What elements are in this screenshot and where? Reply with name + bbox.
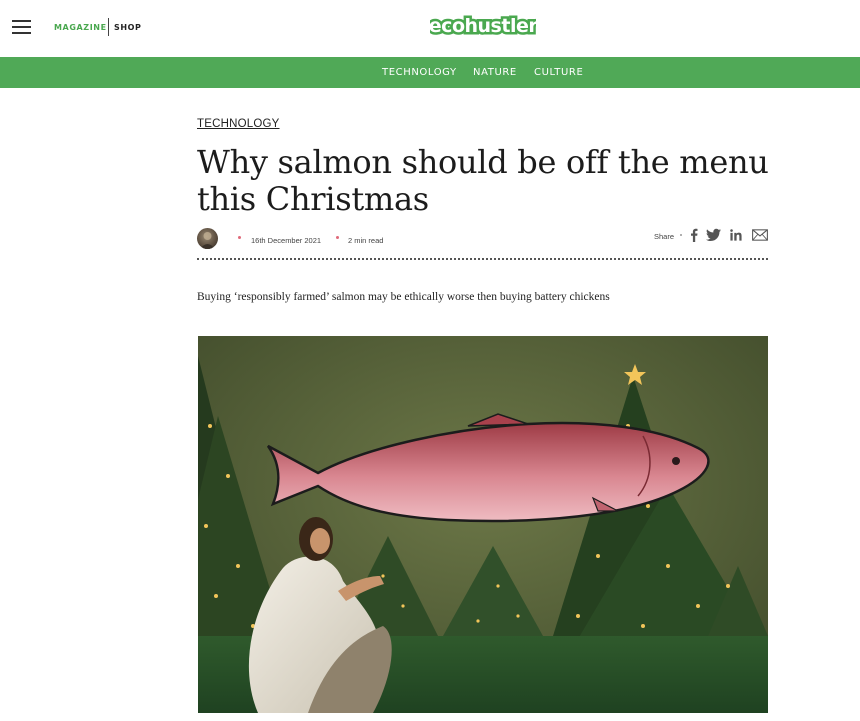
article-category-link[interactable]: TECHNOLOGY: [197, 118, 280, 130]
email-icon[interactable]: [752, 228, 768, 242]
site-header: MAGAZINE SHOP ecohustler: [0, 0, 860, 57]
shop-link[interactable]: SHOP: [114, 23, 142, 32]
meta-divider: [197, 258, 768, 260]
publish-date: 16th December 2021: [251, 236, 322, 245]
nav-item-technology[interactable]: TECHNOLOGY: [382, 67, 457, 78]
twitter-icon[interactable]: [706, 228, 721, 242]
article-title-line1: Why salmon should be off the menu: [197, 143, 769, 181]
article-standfirst: Buying ‘responsibly farmed’ salmon may b…: [197, 291, 610, 303]
read-time: 2 min read: [348, 236, 384, 245]
avatar-illustration: [200, 232, 215, 249]
header-divider: [108, 18, 109, 36]
article-title: Why salmon should be off the menu this C…: [197, 144, 777, 218]
category-nav: TECHNOLOGY NATURE CULTURE: [0, 57, 860, 88]
hero-image: [198, 336, 768, 713]
meta-separator-dot: [238, 236, 241, 239]
magazine-link[interactable]: MAGAZINE: [54, 23, 107, 32]
logo-text: ecohustler: [430, 15, 536, 37]
linkedin-icon[interactable]: [730, 228, 742, 242]
hamburger-menu-icon[interactable]: [12, 20, 31, 34]
article-title-line2: this Christmas: [197, 180, 429, 218]
nav-item-nature[interactable]: NATURE: [473, 67, 517, 78]
facebook-icon[interactable]: [690, 228, 698, 242]
author-avatar[interactable]: [197, 228, 218, 249]
nav-item-culture[interactable]: CULTURE: [534, 67, 583, 78]
share-separator-dot: [680, 234, 682, 236]
share-label: Share: [654, 232, 675, 241]
site-logo[interactable]: ecohustler: [430, 12, 536, 40]
meta-separator-dot: [336, 236, 339, 239]
